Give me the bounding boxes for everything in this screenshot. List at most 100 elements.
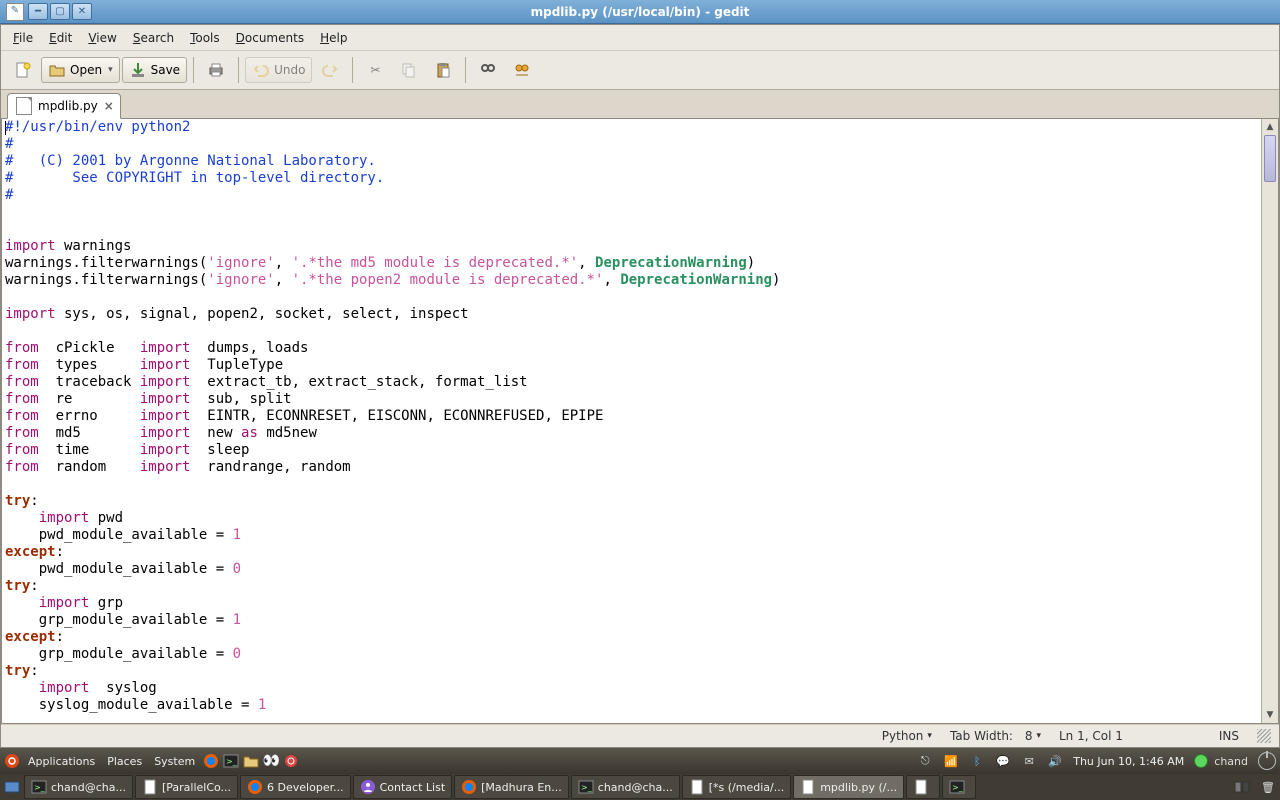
open-button[interactable]: Open ▾ xyxy=(41,57,120,83)
svg-text:>_: >_ xyxy=(226,757,238,766)
taskbar-item[interactable]: >_ xyxy=(942,775,976,799)
cut-button[interactable]: ✂ xyxy=(359,57,391,83)
task-icon xyxy=(142,779,158,795)
presence-dot-icon xyxy=(1194,754,1208,768)
undo-icon xyxy=(252,61,270,79)
scroll-up-icon[interactable]: ▲ xyxy=(1262,119,1278,135)
taskbar-item[interactable] xyxy=(906,775,940,799)
menu-documents[interactable]: Documents xyxy=(228,29,312,47)
cut-icon: ✂ xyxy=(366,61,384,79)
menu-tools[interactable]: Tools xyxy=(182,29,228,47)
toolbar-separator xyxy=(352,57,353,83)
task-icon xyxy=(360,779,376,795)
tab-label: mpdlib.py xyxy=(38,99,98,113)
taskbar-item[interactable]: [ParallelCo... xyxy=(135,775,238,799)
resize-grip-icon[interactable] xyxy=(1257,729,1271,743)
menu-view[interactable]: View xyxy=(80,29,124,47)
gedit-window: File Edit View Search Tools Documents He… xyxy=(0,24,1280,748)
status-bar: Python▾ Tab Width: 8▾ Ln 1, Col 1 INS xyxy=(1,724,1279,747)
task-label: [ParallelCo... xyxy=(162,781,231,794)
task-label: chand@cha... xyxy=(51,781,126,794)
ubuntu-logo-icon[interactable] xyxy=(4,753,20,769)
taskbar-item[interactable]: mpdlib.py (/... xyxy=(793,775,904,799)
svg-text:>_: >_ xyxy=(581,783,593,792)
tab-bar: mpdlib.py × xyxy=(1,90,1279,119)
document-icon xyxy=(16,97,32,115)
menu-edit[interactable]: Edit xyxy=(41,29,80,47)
taskbar-item[interactable]: 6 Developer... xyxy=(240,775,351,799)
maximize-button[interactable]: ▢ xyxy=(50,3,70,20)
print-icon xyxy=(207,61,225,79)
new-button[interactable] xyxy=(7,57,39,83)
firefox-icon[interactable] xyxy=(203,753,219,769)
tab-close-icon[interactable]: × xyxy=(104,99,114,113)
open-label: Open xyxy=(70,63,102,77)
task-label: [*s (/media/... xyxy=(709,781,784,794)
taskbar-item[interactable]: >_ chand@cha... xyxy=(24,775,133,799)
files-icon[interactable] xyxy=(243,753,259,769)
chat-icon[interactable]: 💬 xyxy=(995,753,1011,769)
workspace-switcher-icon[interactable] xyxy=(1234,779,1250,795)
redo-button[interactable] xyxy=(314,57,346,83)
task-icon xyxy=(247,779,263,795)
undo-button[interactable]: Undo xyxy=(245,57,312,83)
task-icon: >_ xyxy=(578,779,594,795)
terminal-icon[interactable]: >_ xyxy=(223,753,239,769)
panel-applications[interactable]: Applications xyxy=(24,751,99,771)
save-label: Save xyxy=(151,63,180,77)
gedit-app-icon: ✎ xyxy=(6,3,24,21)
power-icon[interactable] xyxy=(1258,752,1276,770)
panel-clock[interactable]: Thu Jun 10, 1:46 AM xyxy=(1073,755,1184,768)
copy-button[interactable] xyxy=(393,57,425,83)
task-icon: >_ xyxy=(949,779,965,795)
status-tabwidth[interactable]: Tab Width: 8▾ xyxy=(950,729,1041,743)
paste-button[interactable] xyxy=(427,57,459,83)
print-button[interactable] xyxy=(200,57,232,83)
open-dropdown-icon[interactable]: ▾ xyxy=(108,65,113,75)
updates-icon[interactable] xyxy=(283,753,299,769)
tab-mpdlib[interactable]: mpdlib.py × xyxy=(7,93,121,119)
new-file-icon xyxy=(14,61,32,79)
replace-button[interactable] xyxy=(506,57,538,83)
menu-search[interactable]: Search xyxy=(125,29,182,47)
eyes-icon[interactable]: 👀 xyxy=(263,753,279,769)
status-language[interactable]: Python▾ xyxy=(882,729,932,743)
bluetooth-icon[interactable]: ᛒ xyxy=(969,753,985,769)
taskbar-item[interactable]: [Madhura En... xyxy=(454,775,569,799)
show-desktop-icon[interactable] xyxy=(4,779,20,795)
undo-label: Undo xyxy=(274,63,305,77)
task-label: [Madhura En... xyxy=(481,781,562,794)
panel-places[interactable]: Places xyxy=(103,751,146,771)
window-title: mpdlib.py (/usr/local/bin) - gedit xyxy=(0,5,1280,19)
menu-help[interactable]: Help xyxy=(312,29,355,47)
taskbar-item[interactable]: >_ chand@cha... xyxy=(571,775,680,799)
find-button[interactable] xyxy=(472,57,504,83)
toolbar: Open ▾ Save Undo ✂ xyxy=(1,51,1279,90)
scroll-down-icon[interactable]: ▼ xyxy=(1262,707,1278,723)
minimize-button[interactable]: ━ xyxy=(28,3,48,20)
mail-icon[interactable]: ✉ xyxy=(1021,753,1037,769)
save-button[interactable]: Save xyxy=(122,57,187,83)
window-titlebar: ✎ mpdlib.py (/usr/local/bin) - gedit ━ ▢… xyxy=(0,0,1280,24)
status-insert-mode: INS xyxy=(1219,729,1239,743)
trash-icon[interactable]: 🗑 xyxy=(1260,779,1276,795)
user-menu[interactable]: chand xyxy=(1194,754,1248,768)
code-editor[interactable]: #!/usr/bin/env python2 # # (C) 2001 by A… xyxy=(2,119,1261,723)
network-icon[interactable]: 📶 xyxy=(943,753,959,769)
volume-icon[interactable]: 🔊 xyxy=(1047,753,1063,769)
task-icon xyxy=(461,779,477,795)
panel-system[interactable]: System xyxy=(150,751,199,771)
vertical-scrollbar[interactable]: ▲ ▼ xyxy=(1261,119,1278,723)
save-icon xyxy=(129,61,147,79)
task-icon xyxy=(689,779,705,795)
scroll-thumb[interactable] xyxy=(1264,135,1276,182)
tray-icon[interactable]: ⎋ xyxy=(917,753,933,769)
gnome-top-panel: Applications Places System >_ 👀 ⎋ 📶 ᛒ 💬 … xyxy=(0,748,1280,774)
svg-text:>_: >_ xyxy=(34,783,46,792)
close-button[interactable]: ✕ xyxy=(72,3,92,20)
menu-file[interactable]: File xyxy=(5,29,41,47)
copy-icon xyxy=(400,61,418,79)
taskbar-item[interactable]: Contact List xyxy=(353,775,453,799)
taskbar-item[interactable]: [*s (/media/... xyxy=(682,775,791,799)
task-label: chand@cha... xyxy=(598,781,673,794)
